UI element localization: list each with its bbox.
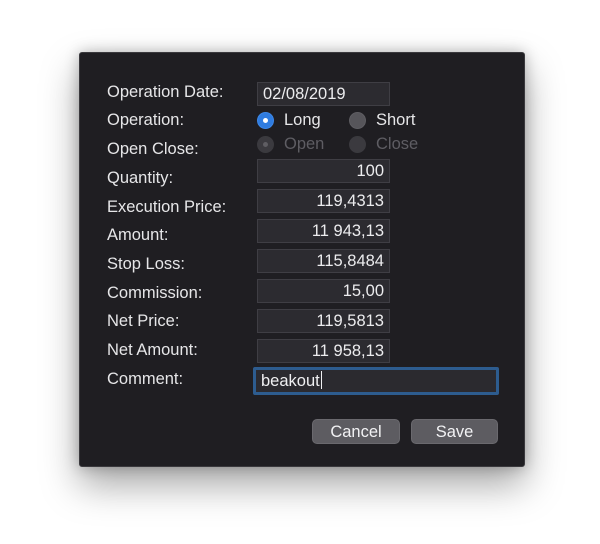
radio-unselected-icon	[349, 112, 366, 129]
cancel-button[interactable]: Cancel	[312, 419, 400, 444]
comment-text: beakout	[261, 372, 320, 390]
stop-loss-label: Stop Loss:	[107, 255, 185, 273]
operation-short-radio[interactable]: Short	[349, 111, 415, 130]
execution-price-field[interactable]: 119,4313	[257, 189, 390, 213]
commission-field[interactable]: 15,00	[257, 279, 390, 303]
comment-input[interactable]: beakout	[253, 367, 499, 395]
commission-label: Commission:	[107, 284, 203, 302]
operation-date-label: Operation Date:	[107, 83, 224, 101]
net-price-label: Net Price:	[107, 312, 180, 330]
trade-operation-dialog: Operation Date: 02/08/2019 Operation: Lo…	[79, 52, 525, 467]
net-price-field[interactable]: 119,5813	[257, 309, 390, 333]
operation-long-label: Long	[284, 111, 321, 129]
operation-long-radio[interactable]: Long	[257, 111, 321, 130]
comment-label: Comment:	[107, 370, 184, 388]
quantity-label: Quantity:	[107, 169, 174, 187]
close-label: Close	[376, 135, 419, 153]
amount-label: Amount:	[107, 226, 169, 244]
net-amount-field[interactable]: 11 958,13	[257, 339, 390, 363]
stop-loss-field[interactable]: 115,8484	[257, 249, 390, 273]
radio-unselected-icon	[349, 136, 366, 153]
amount-field[interactable]: 11 943,13	[257, 219, 390, 243]
radio-selected-icon	[257, 112, 274, 129]
quantity-field[interactable]: 100	[257, 159, 390, 183]
open-close-label: Open Close:	[107, 140, 199, 158]
net-amount-label: Net Amount:	[107, 341, 198, 359]
radio-selected-icon	[257, 136, 274, 153]
execution-price-label: Execution Price:	[107, 198, 227, 216]
close-radio: Close	[349, 135, 418, 154]
operation-label: Operation:	[107, 111, 185, 129]
open-radio: Open	[257, 135, 324, 154]
save-button[interactable]: Save	[411, 419, 498, 444]
operation-short-label: Short	[376, 111, 416, 129]
operation-date-field[interactable]: 02/08/2019	[257, 82, 390, 106]
open-label: Open	[284, 135, 325, 153]
text-caret	[320, 371, 322, 389]
